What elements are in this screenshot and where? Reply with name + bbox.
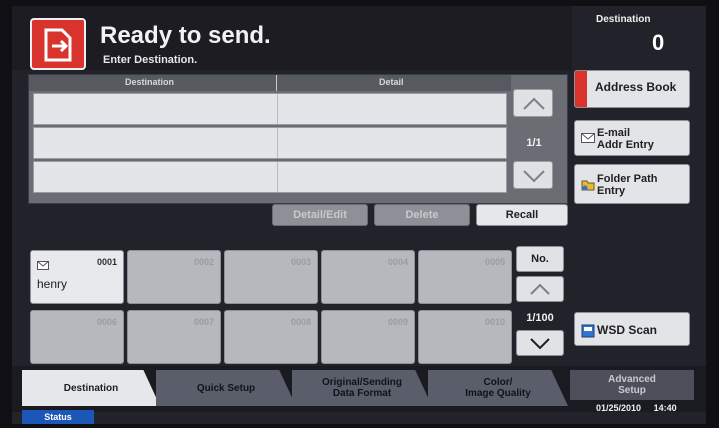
address-book-button[interactable]: Address Book	[574, 70, 690, 108]
key-number: 0002	[193, 257, 214, 267]
folder-label-line2: Entry	[597, 185, 626, 197]
chevron-up-icon	[530, 283, 550, 295]
table-page-indicator: 1/1	[526, 137, 542, 149]
row-divider	[277, 128, 278, 158]
tab-original-sending-data-format[interactable]: Original/Sending Data Format	[292, 370, 432, 406]
destination-count: 0	[652, 30, 665, 55]
date-time: 01/25/2010 14:40	[596, 403, 677, 413]
tab-destination-label: Destination	[63, 382, 119, 394]
chevron-down-icon	[523, 170, 545, 183]
folder-label-line1: Folder Path	[597, 173, 658, 185]
one-touch-key[interactable]: 0010	[418, 310, 512, 364]
page-title: Ready to send.	[100, 22, 271, 49]
tab-advanced-setup[interactable]: Advanced Setup	[570, 370, 694, 400]
email-icon	[37, 257, 49, 275]
tab-color-label-line2: Image Quality	[465, 388, 531, 399]
recall-button[interactable]: Recall	[476, 204, 568, 226]
key-number: 0003	[290, 257, 311, 267]
one-touch-key[interactable]: 0008	[224, 310, 318, 364]
keys-page-indicator: 1/100	[526, 312, 554, 324]
table-row[interactable]	[33, 127, 507, 159]
key-number: 0006	[96, 317, 117, 327]
chevron-down-icon	[530, 338, 550, 350]
tab-quick-setup[interactable]: Quick Setup	[156, 370, 296, 406]
time-text: 14:40	[653, 403, 677, 413]
tab-destination[interactable]: Destination	[22, 370, 160, 406]
column-header-destination: Destination	[125, 77, 175, 87]
date-text: 01/25/2010	[596, 403, 642, 413]
key-number: 0009	[387, 317, 408, 327]
key-number: 0007	[193, 317, 214, 327]
key-number: 0005	[484, 257, 505, 267]
tab-advanced-label: Advanced Setup	[608, 374, 656, 396]
table-scroll-down-button[interactable]	[513, 161, 553, 189]
tab-color-image-quality[interactable]: Color/ Image Quality	[428, 370, 568, 406]
key-number: 0001	[96, 257, 117, 267]
address-book-icon	[575, 71, 587, 107]
tab-advanced-label-line1: Advanced	[608, 374, 656, 385]
keys-scroll-up-button[interactable]	[516, 276, 564, 302]
one-touch-key[interactable]: 0007	[127, 310, 221, 364]
address-book-label: Address Book	[595, 80, 677, 94]
wsd-scan-button[interactable]: WSD Scan	[574, 312, 690, 346]
number-search-button[interactable]: No.	[516, 246, 564, 272]
email-label-line1: E-mail	[597, 127, 631, 139]
tab-color-label-line1: Color/	[483, 377, 513, 388]
status-button[interactable]: Status	[22, 410, 94, 424]
wsd-scan-icon	[581, 324, 595, 341]
wsd-scan-label: WSD Scan	[597, 323, 658, 337]
table-scroll-up-button[interactable]	[513, 89, 553, 117]
row-divider	[277, 162, 278, 192]
email-icon	[581, 133, 595, 146]
row-divider	[277, 94, 278, 124]
table-header: Destination Detail	[29, 75, 511, 91]
destination-count-label: Destination	[596, 14, 651, 25]
folder-icon	[581, 179, 595, 194]
tab-original-label-line2: Data Format	[332, 388, 392, 399]
one-touch-key[interactable]: 0002	[127, 250, 221, 304]
key-number: 0004	[387, 257, 408, 267]
key-number: 0008	[290, 317, 311, 327]
keys-scroll-down-button[interactable]	[516, 330, 564, 356]
tab-original-label-line1: Original/Sending	[321, 377, 402, 388]
column-header-detail: Detail	[379, 77, 404, 87]
destination-table: Destination Detail 1/1	[28, 74, 568, 204]
tab-color-label: Color/ Image Quality	[465, 377, 531, 399]
one-touch-key[interactable]: 0006	[30, 310, 124, 364]
table-row[interactable]	[33, 93, 507, 125]
delete-button[interactable]: Delete	[374, 204, 470, 226]
table-row[interactable]	[33, 161, 507, 193]
header-bar	[12, 6, 572, 70]
one-touch-key[interactable]: 0004	[321, 250, 415, 304]
folder-path-entry-button[interactable]: Folder Path Entry	[574, 164, 690, 204]
page-subtitle: Enter Destination.	[103, 54, 198, 66]
key-name: henry	[37, 277, 68, 291]
email-entry-button[interactable]: E-mail Addr Entry	[574, 120, 690, 156]
tab-original-label: Original/Sending Data Format	[322, 377, 402, 399]
send-icon	[30, 18, 86, 70]
one-touch-key[interactable]: 0001 henry	[30, 250, 124, 304]
email-label-line2: Addr Entry	[597, 139, 654, 151]
one-touch-key[interactable]: 0003	[224, 250, 318, 304]
tab-quick-setup-label: Quick Setup	[196, 382, 256, 394]
detail-edit-button[interactable]: Detail/Edit	[272, 204, 368, 226]
chevron-up-icon	[523, 97, 545, 110]
one-touch-key[interactable]: 0005	[418, 250, 512, 304]
tab-advanced-label-line2: Setup	[618, 385, 646, 396]
column-divider	[276, 75, 277, 91]
one-touch-key[interactable]: 0009	[321, 310, 415, 364]
key-number: 0010	[484, 317, 505, 327]
